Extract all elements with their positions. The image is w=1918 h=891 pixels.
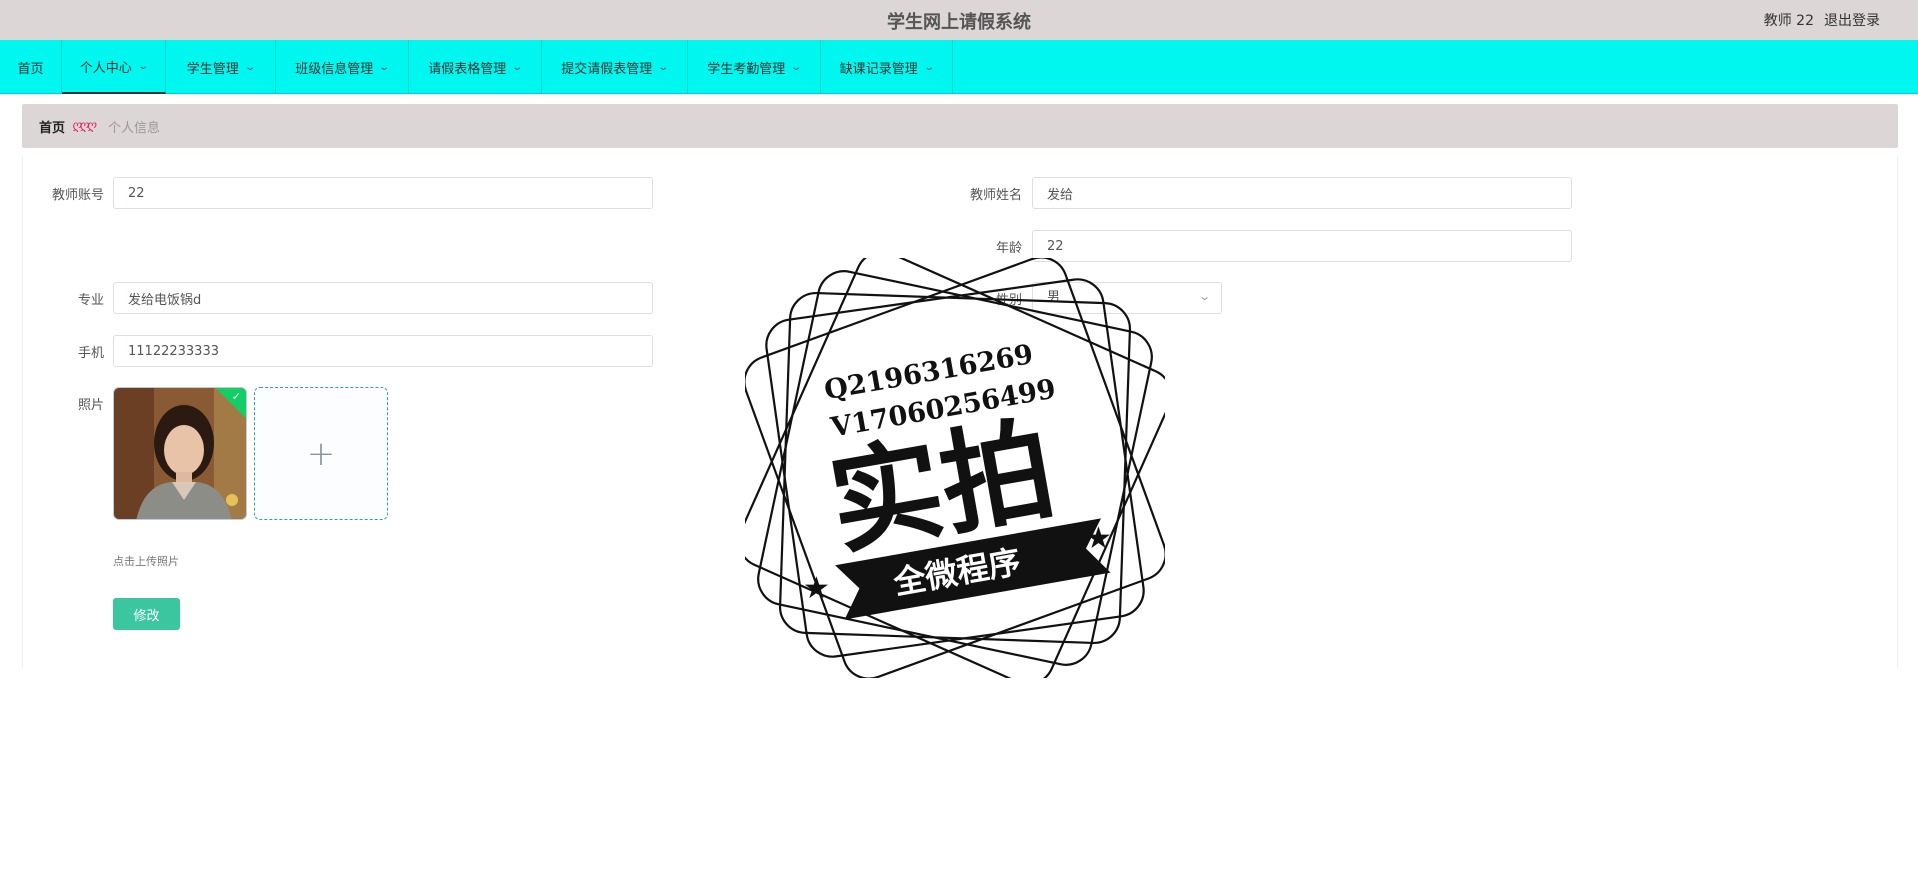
breadcrumb-home[interactable]: 首页 — [39, 117, 65, 136]
photo-upload-button[interactable]: + — [254, 387, 388, 520]
account-input[interactable] — [113, 177, 653, 209]
chevron-down-icon: ⌄ — [923, 61, 935, 73]
major-label: 专业 — [77, 293, 104, 308]
major-input[interactable] — [113, 282, 653, 314]
logout-link[interactable]: 退出登录 — [1824, 10, 1880, 30]
nav-item-label: 缺课记录管理 — [839, 61, 918, 77]
nav-item-label: 个人中心 — [79, 60, 132, 76]
nav-item-class-info-management[interactable]: 班级信息管理 ⌄ — [276, 40, 409, 94]
photo-thumbnail[interactable]: ✓ — [113, 387, 247, 520]
nav-item-label: 首页 — [17, 61, 44, 77]
phone-input[interactable] — [113, 335, 653, 367]
watermark-stamp: Q2196316269 V17060256499 实拍 全微程序 ★ ★ — [745, 258, 1165, 678]
nav-item-home[interactable]: 首页 — [0, 40, 62, 94]
submit-button[interactable]: 修改 — [113, 598, 180, 630]
name-input[interactable] — [1032, 177, 1572, 209]
phone-label: 手机 — [77, 346, 104, 361]
star-icon: ★ — [803, 571, 830, 606]
breadcrumb-separator-icon: ღღღ — [72, 118, 96, 132]
nav-item-label: 学生考勤管理 — [707, 61, 786, 77]
nav-item-absence-record-management[interactable]: 缺课记录管理 ⌄ — [821, 40, 953, 94]
nav-item-label: 班级信息管理 — [295, 61, 374, 77]
chevron-down-icon: ⌄ — [657, 61, 670, 73]
account-label: 教师账号 — [51, 188, 104, 203]
chevron-down-icon: ⌄ — [378, 61, 391, 73]
check-icon: ✓ — [231, 390, 241, 403]
app-title: 学生网上请假系统 — [887, 12, 1031, 33]
age-label: 年龄 — [995, 241, 1022, 256]
chevron-down-icon: ⌄ — [1198, 290, 1212, 303]
star-icon: ★ — [1085, 521, 1112, 556]
upload-tip: 点击上传照片 — [113, 555, 179, 568]
chevron-down-icon: ⌄ — [790, 61, 803, 73]
nav-item-leave-form-management[interactable]: 请假表格管理 ⌄ — [409, 40, 542, 94]
nav-item-attendance-management[interactable]: 学生考勤管理 ⌄ — [688, 40, 821, 94]
nav-item-student-management[interactable]: 学生管理 ⌄ — [166, 40, 276, 94]
nav-item-label: 学生管理 — [186, 61, 239, 77]
plus-icon: + — [306, 433, 336, 474]
breadcrumb: 首页 ღღღ 个人信息 — [22, 104, 1898, 148]
nav-item-personal-center[interactable]: 个人中心 ⌄ — [62, 40, 166, 94]
chevron-down-icon: ⌄ — [511, 61, 524, 73]
breadcrumb-current: 个人信息 — [108, 121, 161, 136]
chevron-down-icon: ⌄ — [244, 61, 256, 73]
main-nav: 首页 个人中心 ⌄ 学生管理 ⌄ 班级信息管理 ⌄ 请假表格管理 ⌄ 提交请假表管理 ⌄ … — [0, 40, 1918, 94]
nav-item-label: 提交请假表管理 — [561, 61, 653, 77]
nav-item-submitted-leave-management[interactable]: 提交请假表管理 ⌄ — [542, 40, 688, 94]
portrait-image — [114, 388, 246, 519]
chevron-down-icon: ⌄ — [137, 60, 149, 72]
name-label: 教师姓名 — [969, 188, 1022, 203]
nav-item-label: 请假表格管理 — [428, 61, 507, 77]
top-header: 学生网上请假系统 教师 22 退出登录 — [0, 0, 1918, 40]
photo-label: 照片 — [77, 398, 104, 413]
current-user-label: 教师 22 — [1763, 13, 1814, 29]
